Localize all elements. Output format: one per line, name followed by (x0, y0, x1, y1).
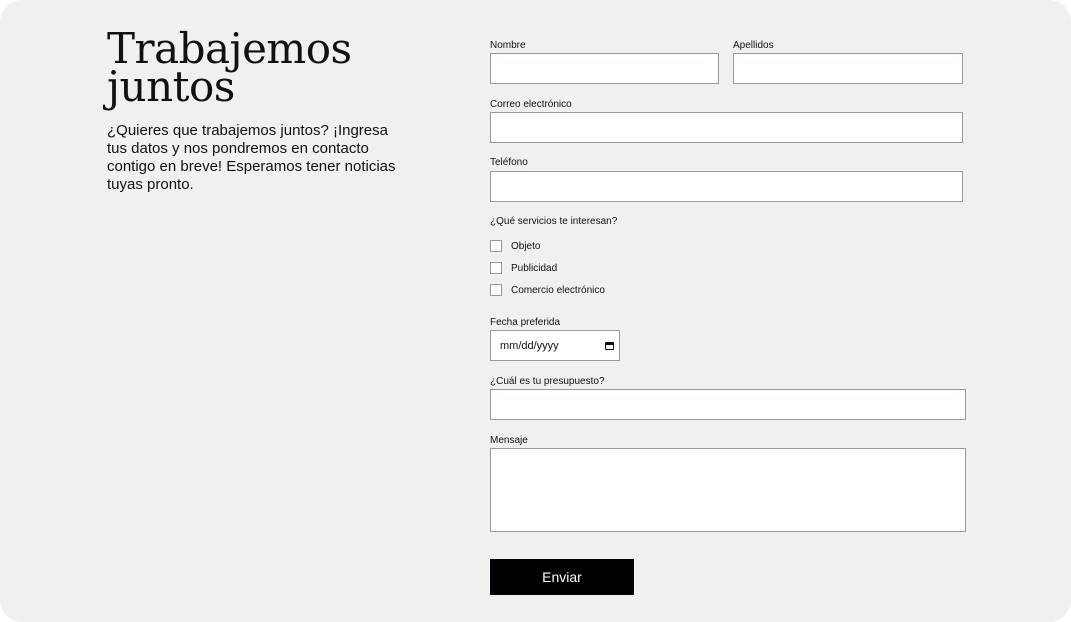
calendar-icon[interactable] (605, 341, 614, 350)
phone-input[interactable] (490, 171, 963, 202)
first-name-input[interactable] (490, 53, 719, 84)
services-label: ¿Qué servicios te interesan? (490, 216, 618, 227)
page-title: Trabajemos juntos (107, 28, 407, 108)
date-placeholder: mm/dd/yyyy (500, 339, 559, 352)
service-option-publicidad[interactable]: Publicidad (490, 261, 557, 275)
submit-button[interactable]: Enviar (490, 559, 634, 595)
email-input[interactable] (490, 112, 963, 143)
checkbox-label-objeto: Objeto (511, 240, 541, 252)
intro-description: ¿Quieres que trabajemos juntos? ¡Ingresa… (107, 122, 396, 193)
last-name-label: Apellidos (733, 40, 774, 51)
checkbox-comercio[interactable] (490, 284, 502, 296)
email-label: Correo electrónico (490, 99, 572, 110)
service-option-comercio[interactable]: Comercio electrónico (490, 283, 605, 297)
last-name-input[interactable] (733, 53, 963, 84)
message-textarea[interactable] (490, 448, 966, 532)
date-label: Fecha preferida (490, 317, 561, 328)
checkbox-objeto[interactable] (490, 240, 502, 252)
checkbox-label-publicidad: Publicidad (511, 262, 558, 274)
title-line-2: juntos (107, 62, 235, 111)
first-name-label: Nombre (490, 40, 526, 51)
checkbox-label-comercio: Comercio electrónico (511, 284, 605, 296)
budget-label: ¿Cuál es tu presupuesto? (490, 376, 605, 387)
checkbox-publicidad[interactable] (490, 262, 502, 274)
budget-input[interactable] (490, 389, 966, 420)
contact-card: Trabajemos juntos ¿Quieres que trabajemo… (0, 0, 1071, 622)
message-label: Mensaje (490, 435, 528, 446)
intro-section: Trabajemos juntos ¿Quieres que trabajemo… (107, 28, 407, 194)
service-option-objeto[interactable]: Objeto (490, 239, 540, 253)
phone-label: Teléfono (490, 157, 528, 168)
date-input[interactable]: mm/dd/yyyy (490, 330, 620, 361)
